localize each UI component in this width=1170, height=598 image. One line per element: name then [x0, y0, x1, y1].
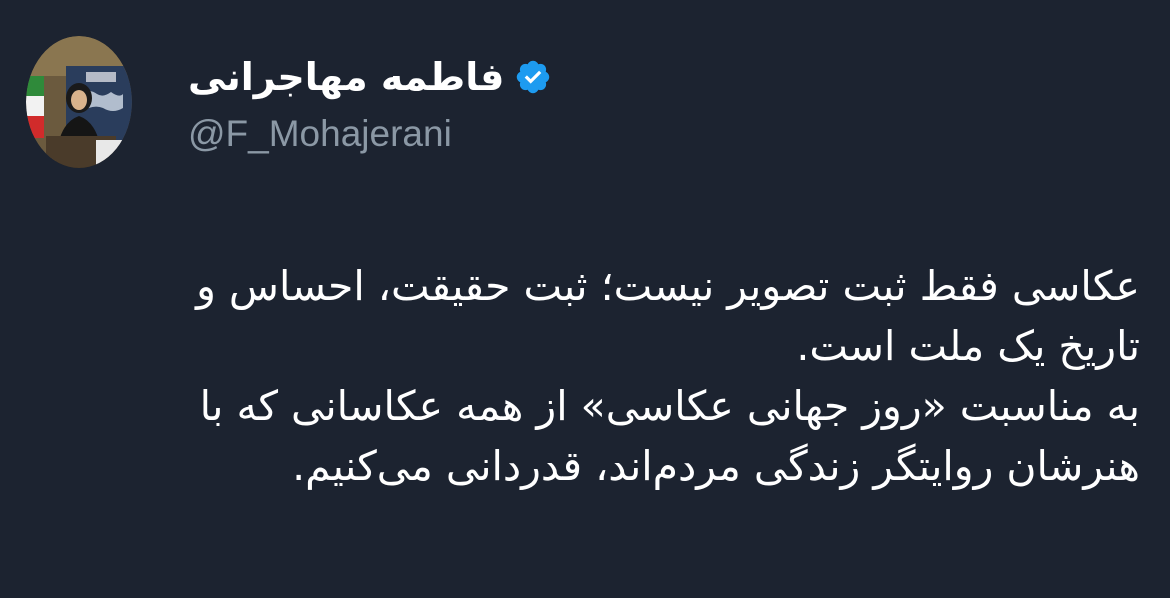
author-block: فاطمه مهاجرانی @F_Mohajerani: [188, 54, 552, 156]
tweet-text-line: عکاسی فقط ثبت تصویر نیست؛ ثبت حقیقت، احس…: [196, 262, 1140, 310]
name-row: فاطمه مهاجرانی: [188, 54, 552, 100]
tweet-text-line: تاریخ یک ملت است.: [796, 322, 1140, 370]
verified-badge-icon: [514, 58, 552, 96]
tweet-text: عکاسی فقط ثبت تصویر نیست؛ ثبت حقیقت، احس…: [40, 256, 1140, 496]
avatar[interactable]: [26, 36, 132, 168]
tweet-text-line: هنرشان روایتگر زندگی مردم‌اند، قدردانی م…: [292, 442, 1140, 490]
tweet-text-line: به مناسبت «روز جهانی عکاسی» از همه عکاسا…: [199, 382, 1140, 430]
tweet-header: فاطمه مهاجرانی @F_Mohajerani: [26, 36, 552, 168]
display-name[interactable]: فاطمه مهاجرانی: [188, 54, 504, 100]
author-handle[interactable]: @F_Mohajerani: [188, 112, 552, 156]
tweet-card: فاطمه مهاجرانی @F_Mohajerani عکاسی فقط ث…: [0, 0, 1170, 598]
profile-photo-icon: [26, 36, 132, 168]
